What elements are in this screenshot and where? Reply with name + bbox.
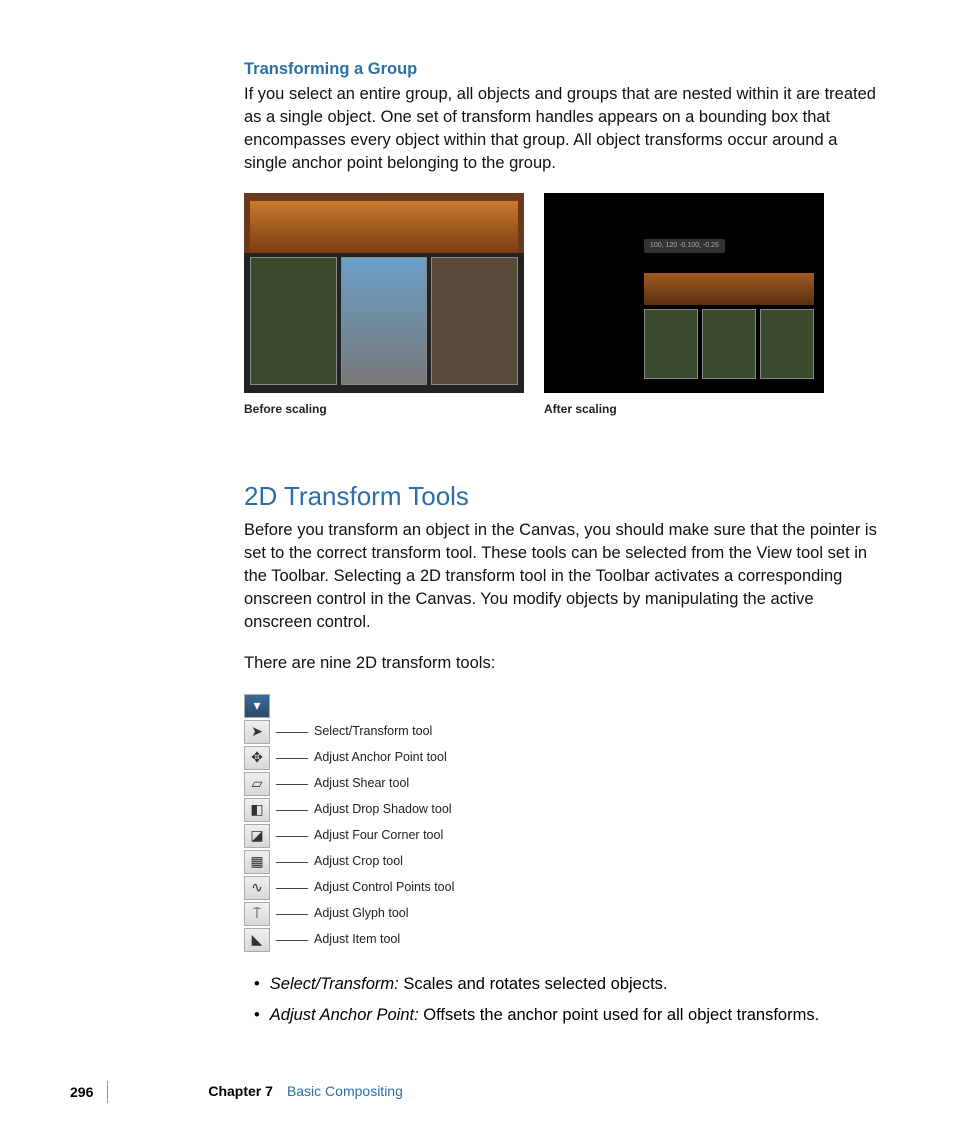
tool-icon: ◣ <box>244 928 270 952</box>
leader-line <box>276 836 308 837</box>
page-number: 296 <box>70 1081 108 1103</box>
elephant-thumb-1-scaled <box>644 309 698 379</box>
tool-row: ◧ Adjust Drop Shadow tool <box>244 797 882 823</box>
tool-icon: ◪ <box>244 824 270 848</box>
tool-label: Adjust Shear tool <box>314 775 409 793</box>
leader-line <box>276 810 308 811</box>
body-paragraph: There are nine 2D transform tools: <box>244 652 882 675</box>
tool-icon: ▦ <box>244 850 270 874</box>
body-paragraph: If you select an entire group, all objec… <box>244 83 882 175</box>
elephant-thumb-1 <box>250 257 337 385</box>
tool-row: ➤ Select/Transform tool <box>244 719 882 745</box>
bullet-dot: • <box>254 973 260 996</box>
leader-line <box>276 888 308 889</box>
thumbnail-row <box>250 257 518 385</box>
leader-line <box>276 914 308 915</box>
leader-line <box>276 784 308 785</box>
figure-caption: After scaling <box>544 401 824 418</box>
body-paragraph: Before you transform an object in the Ca… <box>244 519 882 634</box>
chapter-label: Chapter 7 <box>208 1082 273 1102</box>
tool-row: ▱ Adjust Shear tool <box>244 771 882 797</box>
bullet-dot: • <box>254 1004 260 1027</box>
tool-label: Adjust Drop Shadow tool <box>314 801 452 819</box>
figure-caption: Before scaling <box>244 401 524 418</box>
bullet-desc: Scales and rotates selected objects. <box>399 975 668 993</box>
tool-label: Adjust Item tool <box>314 931 400 949</box>
elephant-thumb-2-scaled <box>702 309 756 379</box>
elephant-thumb-3-scaled <box>760 309 814 379</box>
tool-row: ▦ Adjust Crop tool <box>244 849 882 875</box>
tools-diagram: ▾➤ Select/Transform tool ✥ Adjust Anchor Po… <box>244 693 882 953</box>
document-page: Transforming a Group If you select an en… <box>0 0 954 1145</box>
chapter-title: Basic Compositing <box>287 1082 403 1102</box>
tool-icon: ▱ <box>244 772 270 796</box>
tool-row: ✥ Adjust Anchor Point tool <box>244 745 882 771</box>
elephant-strip-scaled <box>644 273 814 305</box>
tool-label: Adjust Crop tool <box>314 853 403 871</box>
leader-line <box>276 758 308 759</box>
tool-label: Adjust Control Points tool <box>314 879 454 897</box>
tool-icon: ➤ <box>244 720 270 744</box>
bullet-term: Adjust Anchor Point: <box>270 1006 419 1024</box>
section-title: 2D Transform Tools <box>244 478 882 514</box>
tool-icon: ◧ <box>244 798 270 822</box>
figure-row: Before scaling 100, 120 -0.100, -0.26 Af… <box>244 193 882 418</box>
bullet-desc: Offsets the anchor point used for all ob… <box>419 1006 819 1024</box>
bullet-item: • Select/Transform: Scales and rotates se… <box>254 973 882 996</box>
tool-label: Adjust Anchor Point tool <box>314 749 447 767</box>
after-scaling-image: 100, 120 -0.100, -0.26 <box>544 193 824 393</box>
page-footer: 296 Chapter 7 Basic Compositing <box>0 1081 954 1103</box>
figure-before: Before scaling <box>244 193 524 418</box>
coordinate-badge: 100, 120 -0.100, -0.26 <box>644 239 725 253</box>
elephant-thumb-3 <box>431 257 518 385</box>
tool-row: ◪ Adjust Four Corner tool <box>244 823 882 849</box>
tool-label: Adjust Glyph tool <box>314 905 409 923</box>
tool-row: ▾ <box>244 693 882 719</box>
bullet-item: • Adjust Anchor Point: Offsets the anchor… <box>254 1004 882 1027</box>
before-scaling-image <box>244 193 524 393</box>
tool-label: Select/Transform tool <box>314 723 432 741</box>
thumbnail-row-scaled <box>644 309 814 379</box>
tool-row: ⍑ Adjust Glyph tool <box>244 901 882 927</box>
tool-icon: ⍑ <box>244 902 270 926</box>
bullet-text: Adjust Anchor Point: Offsets the anchor … <box>270 1004 819 1027</box>
tool-label: Adjust Four Corner tool <box>314 827 443 845</box>
leader-line <box>276 732 308 733</box>
bullet-text: Select/Transform: Scales and rotates sel… <box>270 973 668 996</box>
elephant-strip-image <box>250 201 518 253</box>
leader-line <box>276 940 308 941</box>
tool-icon: ∿ <box>244 876 270 900</box>
figure-after: 100, 120 -0.100, -0.26 After scaling <box>544 193 824 418</box>
elephant-thumb-2 <box>341 257 428 385</box>
bullet-list: • Select/Transform: Scales and rotates se… <box>244 973 882 1027</box>
leader-line <box>276 862 308 863</box>
tool-icon: ✥ <box>244 746 270 770</box>
bullet-term: Select/Transform: <box>270 975 399 993</box>
subsection-heading: Transforming a Group <box>244 58 882 81</box>
tool-icon: ▾ <box>244 694 270 718</box>
tool-row: ∿ Adjust Control Points tool <box>244 875 882 901</box>
tool-row: ◣ Adjust Item tool <box>244 927 882 953</box>
